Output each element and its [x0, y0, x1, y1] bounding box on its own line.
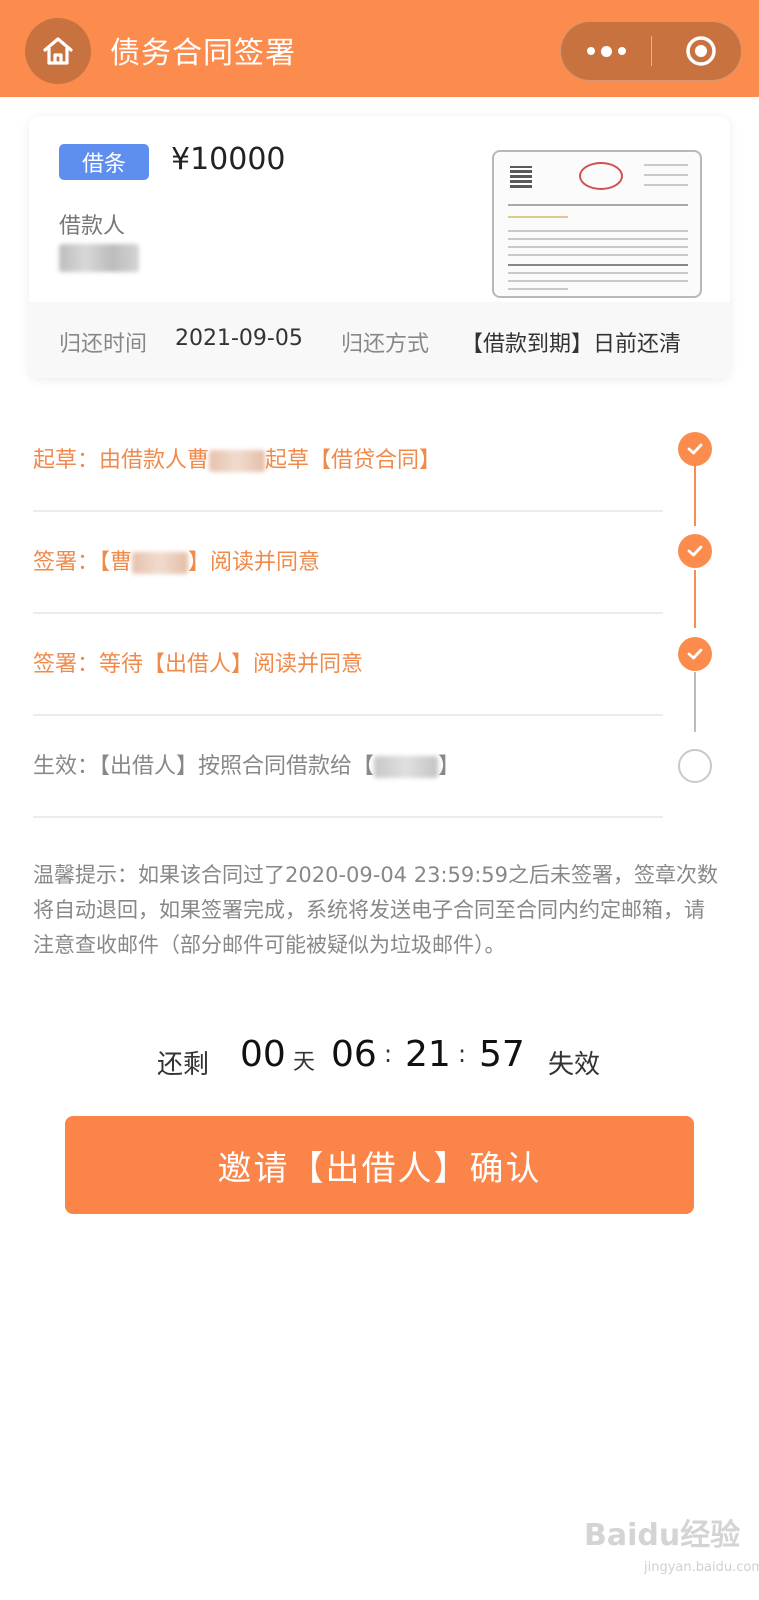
more-dots-icon[interactable]	[561, 22, 651, 80]
warm-tip-notice: 温馨提示：如果该合同过了2020-09-04 23:59:59之后未签署，签章次…	[33, 863, 719, 957]
target-circle-icon[interactable]	[666, 22, 736, 80]
countdown-colon: :	[384, 1040, 393, 1068]
borrower-name-blurred	[59, 244, 139, 272]
contract-thumbnail[interactable]	[492, 150, 702, 298]
countdown-seconds: 57	[479, 1034, 525, 1075]
return-time-value: 2021-09-05	[175, 326, 303, 351]
invite-lender-button[interactable]: 邀请【出借人】确认	[65, 1116, 694, 1214]
return-method-value: 【借款到期】日前还清	[461, 332, 682, 357]
iou-badge: 借条	[59, 144, 149, 180]
countdown-expire-label: 失效	[548, 1050, 601, 1080]
countdown-days: 00	[240, 1034, 286, 1075]
step-text: 签署：等待【出借人】阅读并同意	[33, 652, 364, 677]
baidu-watermark: Baidu经验	[584, 1518, 741, 1553]
mini-program-capsule	[560, 21, 742, 81]
countdown-colon: :	[458, 1040, 467, 1068]
app-header: 债务合同签署	[0, 0, 759, 97]
blurred-name	[374, 756, 439, 778]
doc-line	[508, 230, 688, 232]
doc-line	[644, 184, 688, 186]
check-icon	[678, 432, 712, 466]
step-lender-sign: 签署：等待【出借人】阅读并同意	[33, 614, 663, 716]
home-icon	[43, 37, 73, 65]
return-method-label: 归还方式	[341, 332, 430, 357]
card-footer: 归还时间 2021-09-05 归还方式 【借款到期】日前还清	[29, 302, 730, 378]
blurred-name	[209, 450, 266, 472]
step-draft: 起草：由借款人曹 起草【借贷合同】	[33, 410, 663, 512]
doc-line	[644, 164, 688, 166]
step-text: 起草：由借款人曹 起草【借贷合同】	[33, 448, 442, 473]
countdown-hours: 06	[331, 1034, 377, 1075]
borrower-label: 借款人	[59, 214, 126, 239]
doc-line	[508, 264, 688, 266]
doc-line	[508, 204, 688, 206]
doc-line	[508, 288, 568, 290]
contract-card: 借条 ¥10000 借款人 归还时间 2021-09-05 归还方式 【借款到期…	[29, 116, 730, 378]
step-text: 签署：【曹 】阅读并同意	[33, 550, 321, 575]
capsule-divider	[651, 36, 652, 66]
doc-line	[644, 174, 688, 176]
step-text: 生效：【出借人】按照合同借款给【】	[33, 754, 461, 779]
return-time-label: 归还时间	[59, 332, 148, 357]
doc-line	[508, 238, 688, 240]
loan-amount: ¥10000	[171, 142, 286, 177]
doc-line	[508, 280, 688, 282]
timeline-connector	[694, 466, 696, 526]
countdown-remain-label: 还剩	[157, 1050, 210, 1080]
doc-line	[508, 246, 688, 248]
doc-line	[508, 254, 688, 256]
empty-circle-icon	[678, 749, 712, 783]
step-effective: 生效：【出借人】按照合同借款给【】	[33, 716, 663, 818]
stamp-icon	[579, 162, 623, 190]
countdown: 还剩 00 天 06 : 21 : 57 失效	[0, 1030, 759, 1090]
check-icon	[678, 534, 712, 568]
countdown-day-unit: 天	[293, 1050, 316, 1075]
check-icon	[678, 637, 712, 671]
timeline-connector	[694, 570, 696, 628]
blurred-name	[132, 552, 189, 574]
qr-code-icon	[510, 166, 532, 188]
page-title: 债务合同签署	[110, 36, 296, 71]
timeline-connector	[694, 672, 696, 732]
home-button[interactable]	[25, 18, 91, 84]
baidu-watermark-url: jingyan.baidu.com	[644, 1560, 759, 1575]
doc-line	[508, 216, 568, 218]
step-borrower-sign: 签署：【曹 】阅读并同意	[33, 512, 663, 614]
doc-line	[508, 272, 688, 274]
countdown-minutes: 21	[405, 1034, 451, 1075]
